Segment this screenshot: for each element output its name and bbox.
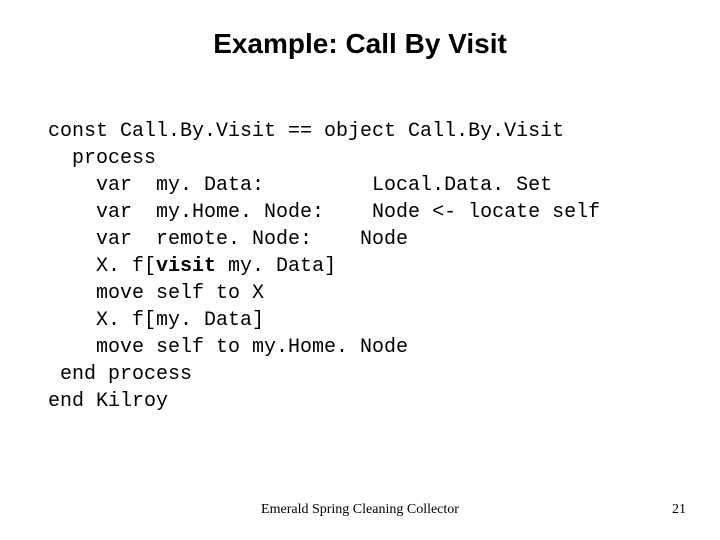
slide: Example: Call By Visit const Call.By.Vis…	[0, 0, 720, 540]
page-number: 21	[672, 502, 686, 518]
code-line: move self to X	[48, 282, 264, 305]
code-bold: visit	[156, 255, 216, 278]
footer-text: Emerald Spring Cleaning Collector	[0, 502, 720, 518]
code-line: X. f[	[48, 255, 156, 278]
code-line: var my.Home. Node: Node <- locate self	[48, 201, 600, 224]
code-line: var my. Data: Local.Data. Set	[48, 174, 552, 197]
code-line: X. f[my. Data]	[48, 309, 264, 332]
code-line: my. Data]	[216, 255, 336, 278]
slide-title: Example: Call By Visit	[0, 28, 720, 60]
code-line: process	[48, 147, 156, 170]
code-line: const Call.By.Visit == object Call.By.Vi…	[48, 120, 564, 143]
code-line: end process	[48, 363, 192, 386]
code-block: const Call.By.Visit == object Call.By.Vi…	[48, 118, 600, 415]
code-line: move self to my.Home. Node	[48, 336, 408, 359]
code-line: var remote. Node: Node	[48, 228, 408, 251]
code-line: end Kilroy	[48, 390, 168, 413]
